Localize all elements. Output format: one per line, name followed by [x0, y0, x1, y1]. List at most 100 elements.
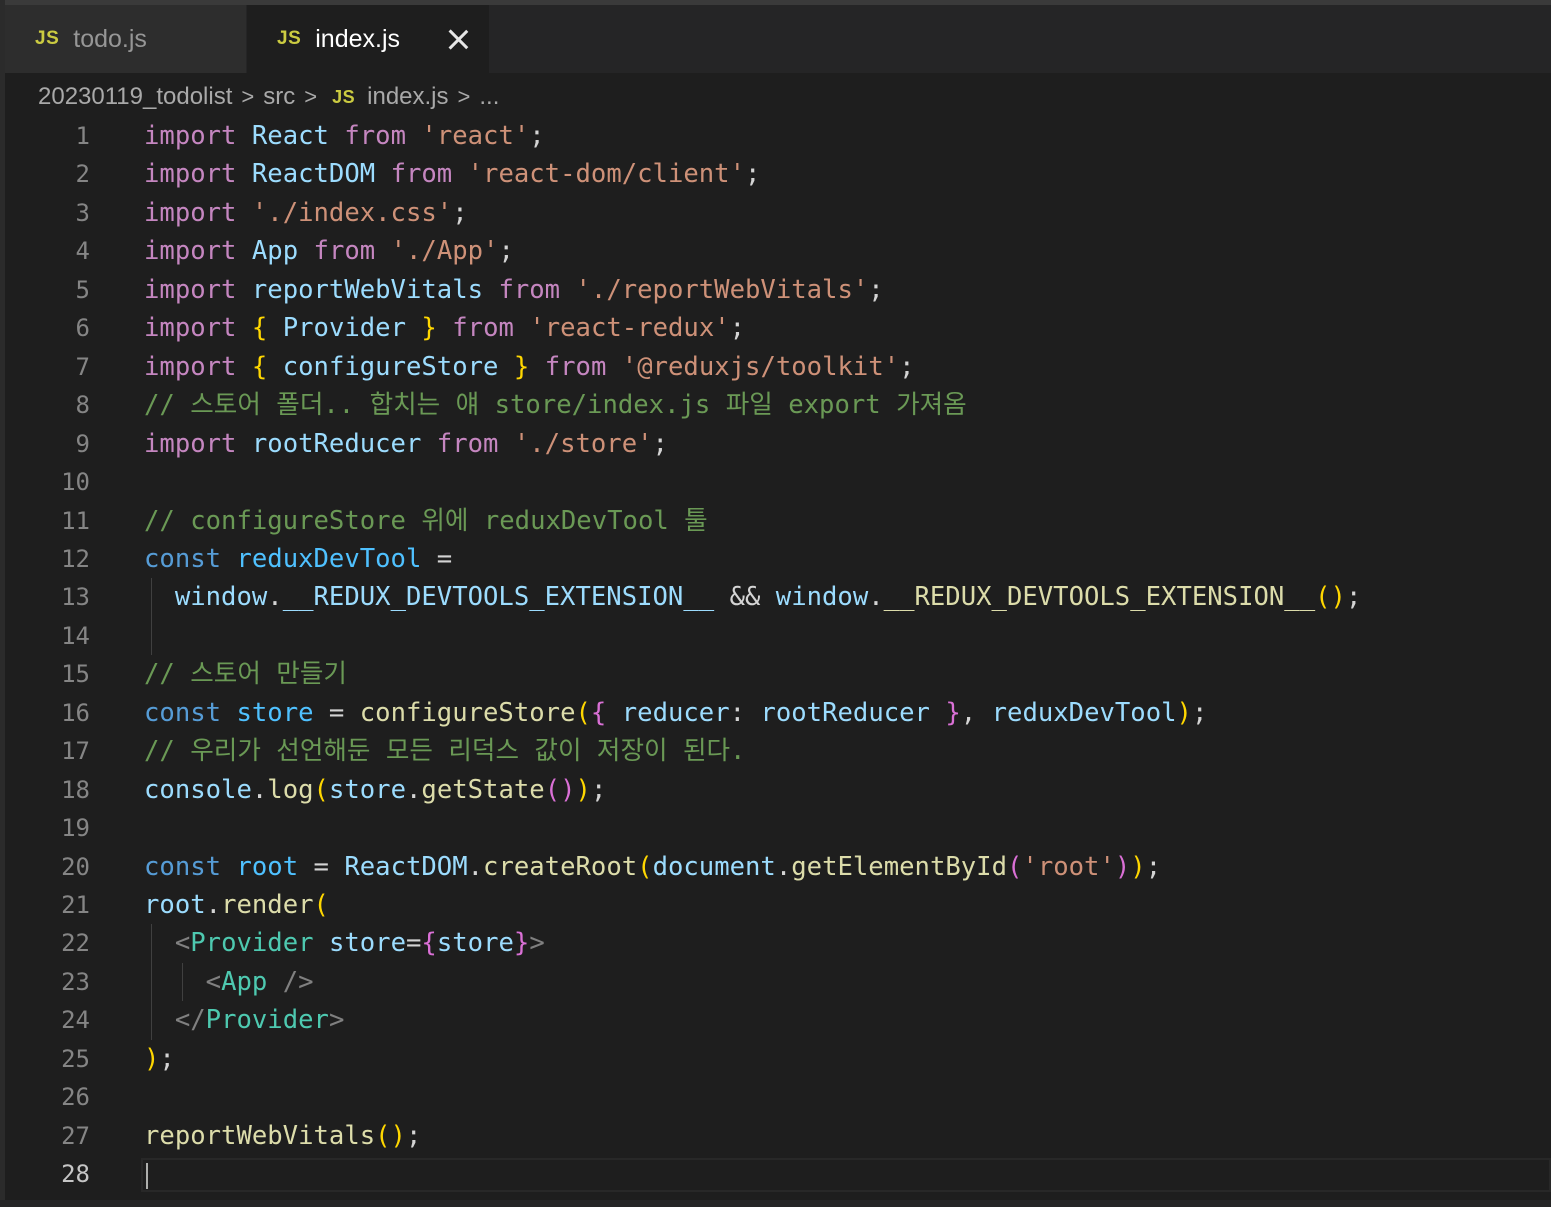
- code-line[interactable]: 26: [5, 1078, 1551, 1116]
- code-line[interactable]: 10: [5, 463, 1551, 501]
- code-token: root: [236, 851, 299, 882]
- tab-label: todo.js: [73, 24, 147, 53]
- code-line[interactable]: 5 import reportWebVitals from './reportWe…: [5, 271, 1551, 309]
- code-line[interactable]: 14: [5, 617, 1551, 655]
- code-line[interactable]: 7 import { configureStore } from '@reduxj…: [5, 348, 1551, 386]
- code-line[interactable]: 2 import ReactDOM from 'react-dom/client'…: [5, 155, 1551, 193]
- breadcrumb-symbol-ellipsis[interactable]: ...: [479, 83, 499, 111]
- close-icon[interactable]: [447, 28, 469, 50]
- code-token: App: [251, 236, 299, 267]
- code-line[interactable]: 20 const root = ReactDOM.createRoot(docum…: [5, 848, 1551, 886]
- code-token: .: [868, 582, 884, 613]
- code-token: Provider: [282, 313, 406, 344]
- code-token: './App': [390, 236, 499, 267]
- javascript-file-icon: JS: [277, 28, 302, 49]
- code-line[interactable]: 22 <Provider store={store}>: [5, 924, 1551, 962]
- line-number: 14: [61, 621, 90, 650]
- code-token: reduxDevTool: [991, 697, 1177, 728]
- horizontal-scrollbar[interactable]: [0, 1200, 1551, 1207]
- code-line[interactable]: 25);: [5, 1040, 1551, 1078]
- code-token: store: [236, 697, 314, 728]
- code-text: import { configureStore } from '@reduxjs…: [144, 348, 915, 386]
- code-token: ;: [1345, 582, 1362, 613]
- code-line[interactable]: 23 <App />: [5, 963, 1551, 1001]
- code-token: render: [221, 890, 314, 920]
- code-token: (: [575, 697, 591, 728]
- code-line[interactable]: 6 import { Provider } from 'react-redux';: [5, 309, 1551, 347]
- code-token: (: [313, 774, 329, 805]
- code-token: from: [498, 274, 561, 305]
- breadcrumb-folder-20230119-todolist[interactable]: 20230119_todolist: [38, 83, 232, 111]
- breadcrumb-file-index-js[interactable]: index.js: [367, 83, 448, 111]
- code-token: (): [1315, 582, 1346, 613]
- code-line[interactable]: 9 import rootReducer from './store';: [5, 425, 1551, 463]
- code-token: ): [1176, 697, 1192, 728]
- line-number: 16: [61, 698, 90, 727]
- code-token: }: [945, 697, 961, 728]
- current-line-highlight: [141, 1158, 1551, 1192]
- code-token: .: [467, 851, 484, 882]
- code-line[interactable]: 19: [5, 809, 1551, 847]
- code-line[interactable]: 3 import './index.css';: [5, 194, 1551, 232]
- tab-index-js[interactable]: JS index.js: [247, 5, 489, 73]
- code-line[interactable]: 15 // 스토어 만들기: [5, 655, 1551, 693]
- line-number: 23: [61, 967, 90, 996]
- code-line[interactable]: 12 const reduxDevTool =: [5, 540, 1551, 578]
- line-number: 4: [75, 237, 90, 266]
- code-text: import App from './App';: [144, 232, 514, 270]
- code-token: window: [775, 582, 869, 613]
- code-token: ;: [159, 1043, 175, 1074]
- line-number: 2: [75, 160, 90, 189]
- code-line[interactable]: 1 import React from 'react';: [5, 117, 1551, 155]
- code-line[interactable]: 17 // 우리가 선언해둔 모든 리덕스 값이 저장이 된다.: [5, 732, 1551, 770]
- code-token: getState: [421, 774, 545, 805]
- breadcrumb-folder-src[interactable]: src: [263, 83, 295, 111]
- code-token: {: [251, 351, 268, 382]
- line-number: 10: [61, 468, 90, 497]
- chevron-right-icon: >: [304, 84, 318, 109]
- code-line[interactable]: 4 import App from './App';: [5, 232, 1551, 270]
- code-line[interactable]: 27 reportWebVitals();: [5, 1117, 1551, 1155]
- line-number: 18: [61, 775, 90, 804]
- code-text: // 우리가 선언해둔 모든 리덕스 값이 저장이 된다.: [144, 732, 745, 770]
- indent-guide: [151, 578, 152, 656]
- code-line[interactable]: 8 // 스토어 폴더.. 합치는 얘 store/index.js 파일 exp…: [5, 386, 1551, 424]
- code-token: './index.css': [251, 197, 453, 228]
- code-token: .: [775, 851, 792, 882]
- code-line[interactable]: 18 console.log(store.getState());: [5, 771, 1551, 809]
- line-number: 27: [61, 1121, 90, 1150]
- code-token: store: [328, 928, 406, 959]
- code-line[interactable]: 13 window.__REDUX_DEVTOOLS_EXTENSION__ &…: [5, 578, 1551, 616]
- code-token: 'react': [421, 121, 530, 151]
- code-token: reduxDevTool: [236, 543, 422, 574]
- line-number: 19: [61, 814, 90, 843]
- code-token: =: [313, 697, 360, 728]
- code-token: React: [251, 121, 329, 151]
- code-token: import: [144, 351, 237, 382]
- code-token: // configureStore 위에 reduxDevTool 툴: [144, 505, 708, 536]
- code-line[interactable]: 24 </Provider>: [5, 1001, 1551, 1039]
- code-token: // 우리가 선언해둔 모든 리덕스 값이 저장이 된다.: [144, 736, 746, 767]
- line-number: 17: [61, 737, 90, 766]
- code-token: reportWebVitals: [144, 1120, 376, 1151]
- code-line[interactable]: 16 const store = configureStore({ reducer…: [5, 694, 1551, 732]
- code-token: }: [421, 313, 437, 344]
- code-token: ;: [729, 313, 746, 344]
- code-token: (): [544, 774, 576, 805]
- code-token: =: [298, 851, 345, 882]
- tab-todo-js[interactable]: JS todo.js: [5, 5, 247, 73]
- chevron-right-icon: >: [241, 84, 255, 109]
- code-line[interactable]: 21 root.render(: [5, 886, 1551, 924]
- code-line[interactable]: 11 // configureStore 위에 reduxDevTool 툴: [5, 502, 1551, 540]
- code-token: <: [174, 928, 191, 959]
- code-token: 'root': [1022, 851, 1115, 882]
